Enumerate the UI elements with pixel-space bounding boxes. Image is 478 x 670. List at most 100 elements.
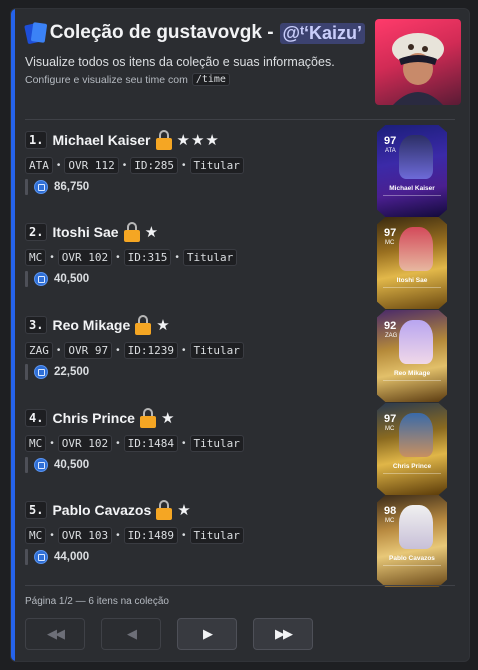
player-card-image: 97 MC Itoshi Sae — [377, 217, 447, 309]
player-position: MC — [25, 527, 47, 544]
player-status: Titular — [189, 342, 244, 359]
player-name: Pablo Cavazos — [52, 502, 152, 518]
card-ovr: 97 — [384, 413, 397, 425]
card-stats — [383, 287, 441, 297]
star-rating: ★ — [160, 410, 176, 427]
player-status: Titular — [189, 157, 244, 174]
player-item: 4. Chris Prince ★ MC • OVR 102 • ID:1484 • … — [25, 403, 455, 495]
player-name: Itoshi Sae — [52, 224, 119, 240]
coin-icon — [34, 272, 48, 286]
player-item: 3. Reo Mikage ★ ZAG • OVR 97 • ID:1239 • Ti… — [25, 310, 455, 402]
lock-icon — [135, 315, 152, 335]
footer-divider — [25, 585, 455, 586]
player-value: 22,500 — [54, 366, 90, 378]
lock-icon — [156, 500, 173, 520]
player-value: 44,000 — [54, 551, 90, 563]
player-status: Titular — [182, 249, 238, 266]
next-page-button[interactable]: ▶ — [177, 618, 237, 650]
player-card-image: 98 MC Pablo Cavazos — [377, 495, 447, 587]
card-ovr: 97 — [384, 135, 397, 147]
coin-icon — [34, 458, 48, 472]
quote-bar — [25, 271, 28, 287]
player-ovr: OVR 112 — [64, 157, 119, 174]
embed-description: Visualize todos os itens da coleção e su… — [25, 55, 335, 69]
lock-icon — [155, 130, 172, 150]
embed-header: Coleção de gustavovgk - @ᵗ‘Kaizu’ Visual… — [24, 19, 365, 86]
pagination-buttons: ◀◀ ◀ ▶ ▶▶ — [25, 618, 313, 650]
player-rank: 3. — [25, 316, 48, 334]
card-ovr: 92 — [384, 320, 397, 332]
embed-subdescription: Configure e visualize seu time com /time — [25, 73, 365, 86]
time-command: /time — [191, 73, 230, 86]
card-stats — [383, 195, 441, 205]
player-value: 40,500 — [54, 459, 90, 471]
player-ovr: OVR 103 — [57, 527, 113, 544]
player-position: MC — [25, 435, 47, 452]
header-divider — [25, 119, 455, 120]
player-position: ATA — [25, 157, 53, 174]
player-card-image: 92 ZAG Reo Mikage — [377, 310, 447, 402]
player-ovr: OVR 102 — [57, 435, 113, 452]
card-portrait — [399, 227, 433, 271]
player-id: ID:1484 — [123, 435, 178, 452]
card-portrait — [399, 505, 433, 549]
lock-icon — [123, 222, 140, 242]
player-value: 40,500 — [54, 273, 90, 285]
collection-embed: Coleção de gustavovgk - @ᵗ‘Kaizu’ Visual… — [10, 8, 470, 662]
player-rank: 4. — [25, 409, 48, 427]
card-ovr: 97 — [384, 227, 397, 239]
coin-icon — [34, 550, 48, 564]
card-portrait — [399, 135, 433, 179]
card-stats — [383, 380, 441, 390]
player-ovr: OVR 102 — [57, 249, 113, 266]
card-player-name: Michael Kaiser — [389, 185, 435, 192]
player-id: ID:315 — [123, 249, 172, 266]
player-item: 5. Pablo Cavazos ★ MC • OVR 103 • ID:1489 •… — [25, 495, 455, 587]
coin-icon — [34, 180, 48, 194]
player-card-image: 97 ATA Michael Kaiser — [377, 125, 447, 217]
player-card-image: 97 MC Chris Prince — [377, 403, 447, 495]
title-row: Coleção de gustavovgk - @ᵗ‘Kaizu’ — [24, 19, 365, 47]
player-item: 2. Itoshi Sae ★ MC • OVR 102 • ID:315 • Tit… — [25, 217, 455, 309]
star-rating: ★ — [144, 224, 160, 241]
pagination-text: Página 1/2 — 6 itens na coleção — [25, 596, 169, 607]
card-portrait — [399, 413, 433, 457]
card-position: MC — [385, 426, 395, 432]
star-rating: ★★★ — [176, 132, 220, 149]
card-player-name: Itoshi Sae — [396, 277, 428, 284]
player-rank: 2. — [25, 223, 48, 241]
quote-bar — [25, 179, 28, 195]
card-portrait — [399, 320, 433, 364]
player-position: ZAG — [25, 342, 53, 359]
subdescription-text: Configure e visualize seu time com — [25, 73, 188, 86]
player-status: Titular — [189, 435, 244, 452]
player-name: Chris Prince — [52, 410, 135, 426]
player-position: MC — [25, 249, 47, 266]
coin-icon — [34, 365, 48, 379]
user-avatar — [375, 19, 461, 105]
card-player-name: Chris Prince — [392, 463, 432, 470]
card-ovr: 98 — [384, 505, 397, 517]
player-rank: 5. — [25, 501, 48, 519]
card-position: ZAG — [385, 333, 398, 339]
card-position: MC — [385, 518, 395, 524]
last-page-button[interactable]: ▶▶ — [253, 618, 313, 650]
embed-title: Coleção de gustavovgk - — [49, 22, 274, 43]
player-status: Titular — [189, 527, 244, 544]
card-stats — [383, 473, 441, 483]
player-id: ID:1489 — [123, 527, 178, 544]
player-name: Michael Kaiser — [52, 132, 151, 148]
quote-bar — [25, 364, 28, 380]
first-page-button[interactable]: ◀◀ — [25, 618, 85, 650]
card-position: MC — [385, 240, 395, 246]
previous-page-button[interactable]: ◀ — [101, 618, 161, 650]
card-player-name: Pablo Cavazos — [389, 555, 435, 562]
player-name: Reo Mikage — [52, 317, 131, 333]
user-mention[interactable]: @ᵗ‘Kaizu’ — [279, 22, 365, 44]
quote-bar — [25, 457, 28, 473]
player-rank: 1. — [25, 131, 48, 149]
quote-bar — [25, 549, 28, 565]
card-stats — [383, 565, 441, 575]
player-value: 86,750 — [54, 181, 90, 193]
player-item: 1. Michael Kaiser ★★★ ATA • OVR 112 • ID:2… — [25, 125, 455, 217]
